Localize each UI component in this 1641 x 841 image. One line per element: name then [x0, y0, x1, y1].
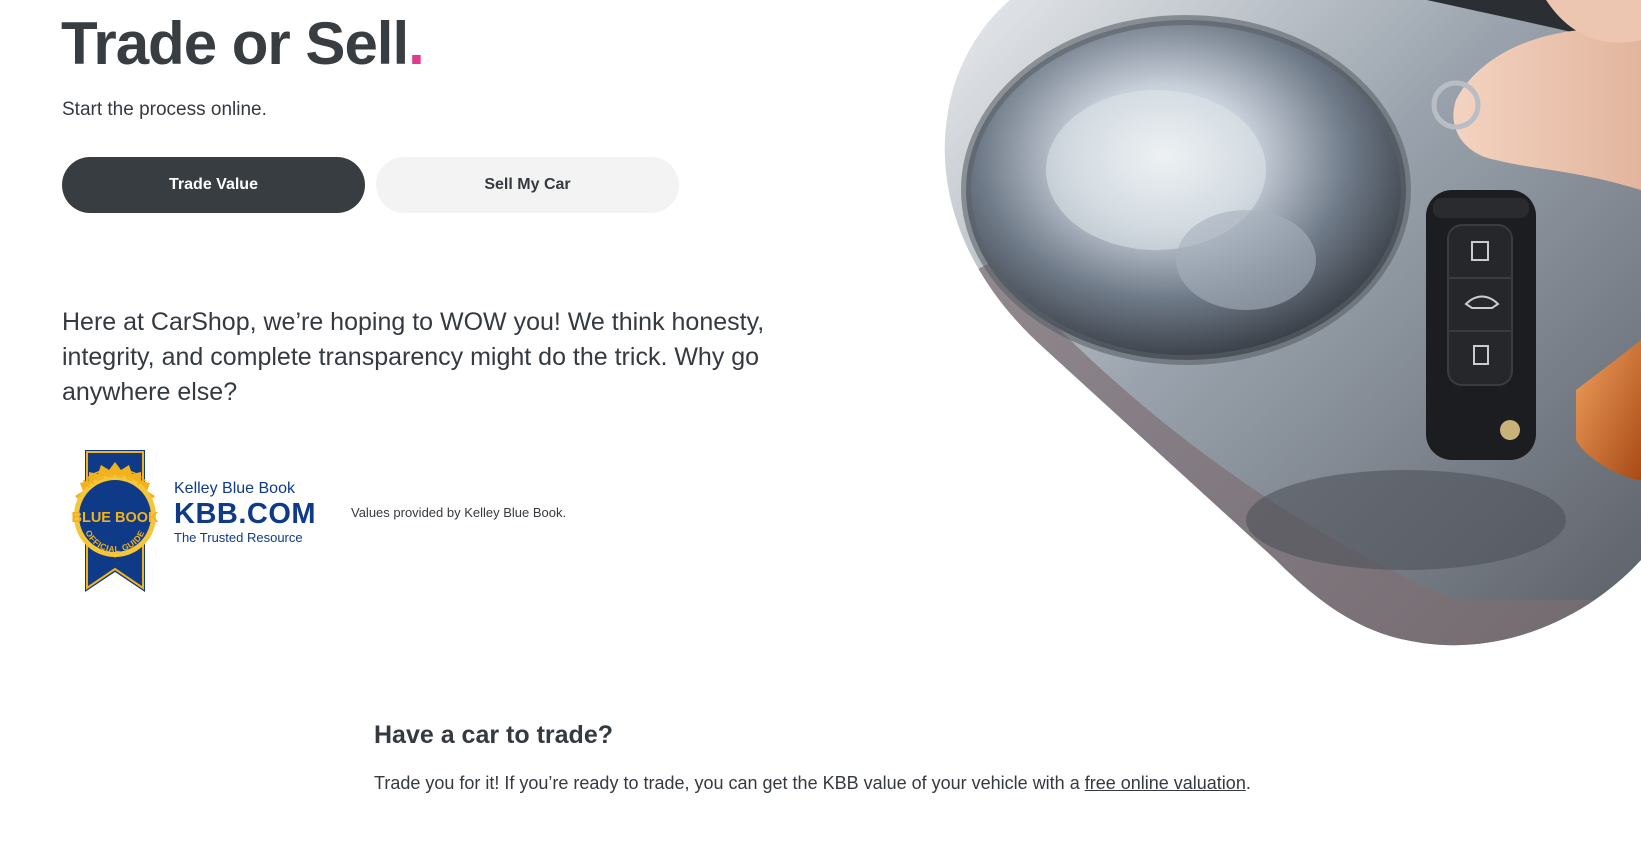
- kbb-name: Kelley Blue Book: [174, 480, 295, 497]
- kbb-badge-icon: KELLEY BLUE BOOK OFFICIAL GUIDE: [72, 450, 160, 592]
- page-title: Trade or Sell.: [61, 6, 425, 82]
- car-key-photo: [944, 0, 1641, 646]
- free-valuation-link[interactable]: free online valuation: [1085, 773, 1246, 793]
- trade-text-before: Trade you for it! If you’re ready to tra…: [374, 773, 1085, 793]
- kbb-values-note: Values provided by Kelley Blue Book.: [351, 505, 567, 520]
- trade-value-button[interactable]: Trade Value: [62, 157, 365, 213]
- trade-text-after: .: [1245, 773, 1251, 793]
- kbb-wordmark: Kelley Blue Book KBB.COM The Trusted Res…: [174, 480, 316, 546]
- kbb-logo: KELLEY BLUE BOOK OFFICIAL GUIDE Kelley B…: [60, 450, 320, 597]
- intro-paragraph: Here at CarShop, we’re hoping to WOW you…: [62, 308, 765, 406]
- trade-heading: Have a car to trade?: [374, 721, 613, 749]
- page: Trade or Sell. Start the process online.…: [0, 0, 1641, 841]
- page-title-text: Trade or Sell: [61, 10, 409, 77]
- sell-my-car-button[interactable]: Sell My Car: [376, 157, 679, 213]
- kbb-badge-middle-text: BLUE BOOK: [72, 510, 160, 526]
- page-subtitle: Start the process online.: [62, 99, 267, 120]
- title-accent-dot: .: [408, 10, 425, 77]
- kbb-domain: KBB.COM: [174, 498, 317, 530]
- trade-paragraph: Trade you for it! If you’re ready to tra…: [374, 770, 1251, 796]
- kbb-tagline: The Trusted Resource: [174, 530, 303, 545]
